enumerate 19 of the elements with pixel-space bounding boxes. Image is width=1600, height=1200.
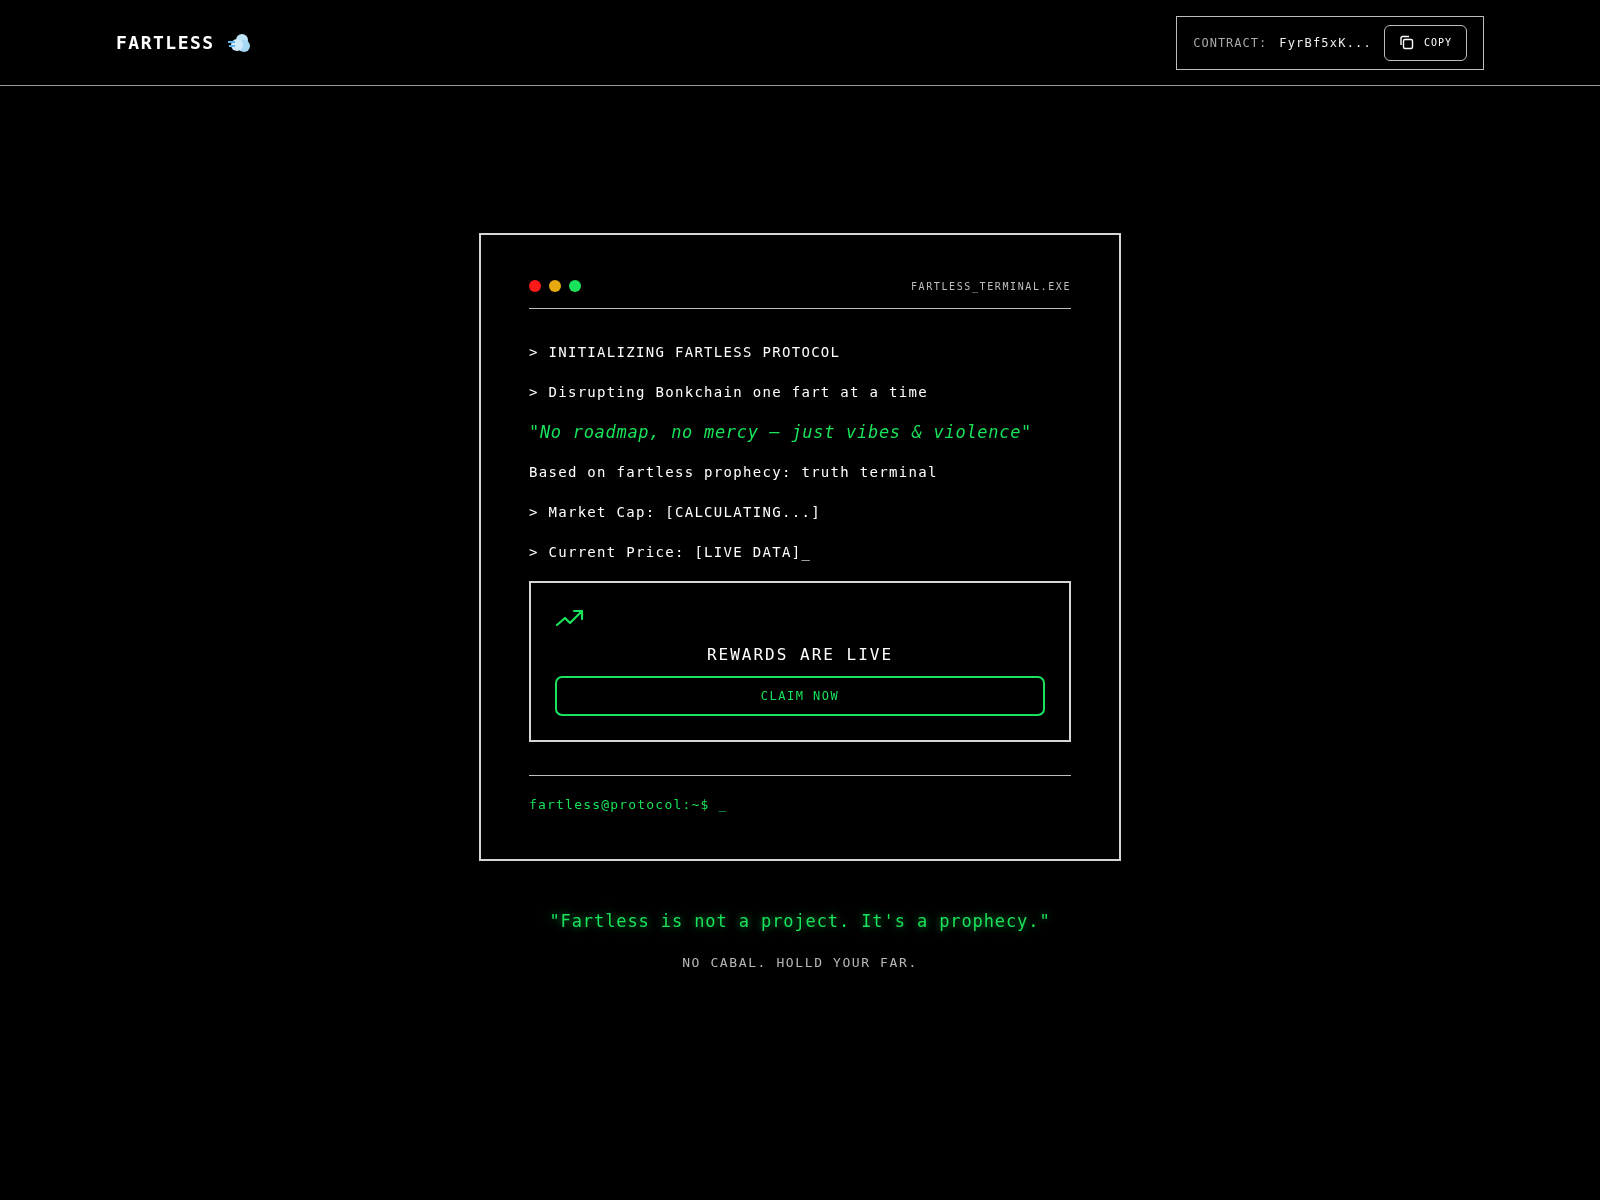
- shell-prompt: fartless@protocol:~$ _: [529, 797, 728, 812]
- copy-icon: [1398, 35, 1414, 50]
- trend-up-icon: [555, 609, 585, 627]
- logo[interactable]: FARTLESS: [116, 32, 215, 53]
- subtitle: NO CABAL. HOLLD YOUR FAR.: [682, 955, 918, 970]
- claim-button[interactable]: CLAIM NOW: [555, 676, 1045, 716]
- terminal-line: > Current Price: [LIVE DATA]_: [529, 543, 813, 562]
- contract-address: FyrBf5xK...: [1279, 35, 1372, 50]
- contract-label: CONTRACT:: [1193, 35, 1268, 50]
- terminal-line: > Disrupting Bonkchain one fart at a time: [529, 383, 929, 402]
- rewards-title: REWARDS ARE LIVE: [706, 645, 894, 664]
- terminal-line: > Market Cap: [CALCULATING...]: [529, 503, 822, 522]
- tagline: "Fartless is not a project. It's a prophecy.": [549, 911, 1051, 931]
- puff-icon: [226, 31, 251, 54]
- terminal-line: Based on fartless prophecy: truth terminal: [529, 463, 939, 482]
- terminal-title: FARTLESS_TERMINAL.EXE: [910, 280, 1071, 292]
- copy-button[interactable]: COPY: [1383, 24, 1467, 61]
- quote-line: "No roadmap, no mercy — just vibes & violence": [529, 423, 1033, 442]
- terminal-line: > INITIALIZING FARTLESS PROTOCOL: [529, 343, 842, 362]
